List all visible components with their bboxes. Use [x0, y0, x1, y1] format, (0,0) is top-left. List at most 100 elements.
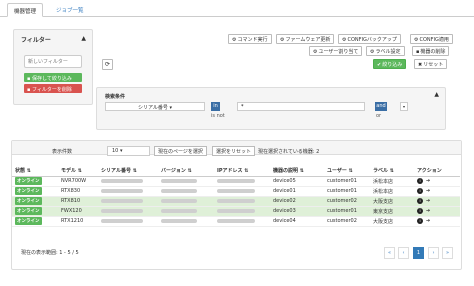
delete-filter-button[interactable]: ▪ フィルターを削除 [24, 84, 82, 93]
blurred-ip [217, 178, 255, 183]
delete-device-button[interactable]: ▪機器の削除 [412, 46, 450, 56]
tab-device-management[interactable]: 機器管理 [7, 3, 44, 17]
user-cell: customer02 [324, 216, 370, 227]
config-backup-button[interactable]: ⚙CONFIGバックアップ [338, 34, 401, 44]
arrow-right-icon[interactable]: ➔ [426, 208, 430, 214]
table-row[interactable]: オンライン NVR700W device05 customer01 浜松本店 i… [12, 176, 460, 187]
refresh-button[interactable]: ⟳ [102, 59, 113, 70]
label-settings-button[interactable]: ⚙ラベル設定 [366, 46, 405, 56]
and-button[interactable]: and [375, 102, 387, 111]
table-row[interactable]: オンライン FWX120 device03 customer01 東京支店 i ➔ [12, 206, 460, 217]
status-badge: オンライン [15, 207, 42, 215]
or-option[interactable]: or [376, 113, 381, 119]
new-filter-input[interactable] [24, 55, 82, 68]
reset-selection-button[interactable]: 選択をリセット [212, 146, 256, 156]
config-apply-button[interactable]: ⚙CONFIG適用 [410, 34, 453, 44]
column-header-model[interactable]: モデル ⇅ [58, 165, 98, 177]
delete-device-label: 機器の削除 [420, 49, 446, 55]
condition-dropdown[interactable]: ▾ [400, 102, 408, 111]
search-value-input[interactable] [237, 102, 365, 111]
refresh-icon: ⟳ [104, 61, 111, 68]
pagination-prev[interactable]: ‹ [398, 247, 409, 259]
filter-title: フィルター [21, 37, 51, 44]
collapse-caret-icon[interactable]: ▲ [81, 35, 86, 42]
user-assign-button[interactable]: ⚙ユーザー割り当て [309, 46, 363, 56]
close-icon: ✖ [418, 62, 423, 68]
status-badge: オンライン [15, 177, 42, 185]
column-header-version[interactable]: バージョン ⇅ [158, 165, 214, 177]
config-apply-label: CONFIG適用 [419, 37, 449, 43]
column-header-label[interactable]: ラベル ⇅ [370, 165, 414, 177]
column-header-ip[interactable]: IPアドレス ⇅ [214, 165, 270, 177]
check-icon: ✔ [377, 62, 382, 68]
command-button[interactable]: ⚙コマンド実行 [228, 34, 272, 44]
arrow-right-icon[interactable]: ➔ [426, 198, 430, 204]
blurred-serial [101, 218, 143, 223]
gear-icon: ⚙ [232, 37, 237, 43]
column-header-serial[interactable]: シリアル番号 ⇅ [98, 165, 158, 177]
search-conditions-panel: 検索条件 ▲ シリアル番号 ▾ in is not and or ▾ [96, 87, 446, 130]
description-cell: device05 [270, 176, 324, 187]
per-page-select[interactable]: 10 ▾ [107, 146, 150, 156]
table-header-row: 状態 ⇅ モデル ⇅ シリアル番号 ⇅ バージョン ⇅ IPアドレス ⇅ 機器の… [12, 165, 460, 177]
collapse-caret-icon[interactable]: ▲ [434, 91, 439, 98]
pagination-last[interactable]: » [442, 247, 453, 259]
delete-filter-label: フィルターを削除 [31, 87, 72, 93]
label-cell: 大阪支店 [370, 196, 414, 207]
arrow-right-icon[interactable]: ➔ [426, 188, 430, 194]
arrow-right-icon[interactable]: ➔ [426, 218, 430, 224]
reset-label: リセット [423, 62, 444, 68]
user-cell: customer01 [324, 176, 370, 187]
firmware-button[interactable]: ⚙ファームウェア更新 [276, 34, 335, 44]
label-cell: 大阪支店 [370, 216, 414, 227]
info-icon[interactable]: i [417, 207, 423, 214]
blurred-ip [217, 188, 255, 193]
blurred-serial [101, 178, 143, 183]
narrow-button[interactable]: ✔絞り込み [373, 59, 407, 69]
blurred-ip [217, 198, 255, 203]
column-header-description[interactable]: 機器の説明 ⇅ [270, 165, 324, 177]
blurred-ip [217, 218, 255, 223]
blurred-version [161, 208, 197, 213]
gear-icon: ⚙ [414, 37, 419, 43]
table-row[interactable]: オンライン RTX830 device01 customer01 浜松本店 i ➔ [12, 186, 460, 197]
command-label: コマンド実行 [237, 37, 268, 43]
column-header-status[interactable]: 状態 ⇅ [12, 165, 58, 177]
info-icon[interactable]: i [417, 177, 423, 184]
pagination-first[interactable]: « [384, 247, 395, 259]
save-filter-button[interactable]: ▪ 保存して絞り込み [24, 73, 82, 82]
info-icon[interactable]: i [417, 217, 423, 224]
description-cell: device03 [270, 206, 324, 217]
pagination-page-1[interactable]: 1 [413, 247, 424, 259]
reset-button[interactable]: ✖リセット [414, 59, 448, 69]
firmware-label: ファームウェア更新 [285, 37, 331, 43]
info-icon[interactable]: i [417, 197, 423, 204]
description-cell: device02 [270, 196, 324, 207]
operator-in-button[interactable]: in [211, 102, 220, 111]
status-badge: オンライン [15, 197, 42, 205]
table-row[interactable]: オンライン RTX810 device02 customer02 大阪支店 i ➔ [12, 196, 460, 207]
filter-panel: フィルター ▲ ▪ 保存して絞り込み ▪ フィルターを削除 [13, 29, 93, 105]
label-cell: 浜松本店 [370, 186, 414, 197]
tab-job-list[interactable]: ジョブ一覧 [50, 3, 90, 17]
tab-bar: 機器管理 ジョブ一覧 [0, 0, 474, 17]
model-cell: RTX1210 [58, 216, 98, 227]
blurred-version [161, 178, 197, 183]
display-range: 現在の表示範囲: 1 - 5 / 5 [21, 250, 79, 256]
arrow-right-icon[interactable]: ➔ [426, 178, 430, 184]
user-assign-label: ユーザー割り当て [318, 49, 359, 55]
model-cell: NVR700W [58, 176, 98, 187]
description-cell: device01 [270, 186, 324, 197]
table-row[interactable]: オンライン RTX1210 device04 customer02 大阪支店 i… [12, 216, 460, 227]
model-cell: RTX810 [58, 196, 98, 207]
search-field-select[interactable]: シリアル番号 ▾ [105, 102, 205, 111]
select-page-button[interactable]: 現在のページを選択 [154, 146, 207, 156]
column-header-user[interactable]: ユーザー ⇅ [324, 165, 370, 177]
info-icon[interactable]: i [417, 187, 423, 194]
operator-isnot-option[interactable]: is not [211, 113, 225, 119]
user-cell: customer01 [324, 186, 370, 197]
trash-icon: ▪ [416, 49, 420, 55]
gear-icon: ⚙ [313, 49, 318, 55]
model-cell: FWX120 [58, 206, 98, 217]
pagination-next[interactable]: › [428, 247, 439, 259]
